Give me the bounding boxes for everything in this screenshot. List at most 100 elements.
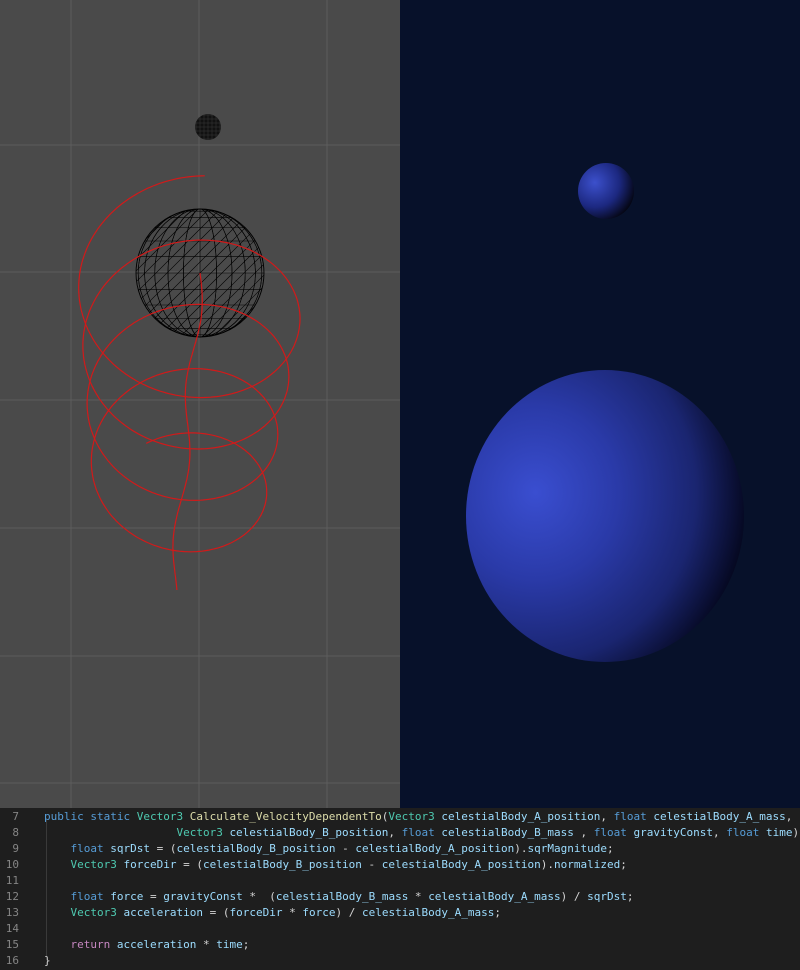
code-token: Vector3 <box>388 810 442 823</box>
code-token: * <box>196 938 217 951</box>
code-line[interactable]: 8 Vector3 celestialBody_B_position, floa… <box>0 825 800 841</box>
code-token: ; <box>242 938 250 951</box>
code-token: celestialBody_B_position <box>202 858 362 871</box>
line-number: 10 <box>5 858 19 871</box>
scene-viewport[interactable] <box>0 0 400 808</box>
code-text: Vector3 acceleration = (forceDir * force… <box>44 905 502 921</box>
line-number: 9 <box>12 842 19 855</box>
code-line[interactable]: 14 <box>0 921 800 937</box>
code-token: Calculate_VelocityDependentTo <box>189 810 382 823</box>
code-text: return acceleration * time; <box>44 937 250 953</box>
code-token: = ( <box>150 842 177 855</box>
code-token: public static <box>44 810 137 823</box>
wireframe-moon-icon[interactable] <box>195 114 221 140</box>
code-token: Vector3 <box>136 810 190 823</box>
code-token: , <box>600 810 614 823</box>
code-token: force <box>302 906 336 919</box>
code-token: ) / <box>335 906 362 919</box>
line-number: 16 <box>5 954 19 967</box>
code-token: normalized <box>554 858 621 871</box>
code-token: float <box>613 810 654 823</box>
code-token: float <box>593 826 634 839</box>
code-line[interactable]: 7 public static Vector3 Calculate_Velocit… <box>0 809 800 825</box>
code-token: float <box>401 826 442 839</box>
code-token: = <box>143 890 164 903</box>
code-token: ) / <box>560 890 588 903</box>
shaded-planet-icon[interactable] <box>466 370 744 662</box>
code-token: * ( <box>242 890 276 903</box>
code-token: = ( <box>202 906 230 919</box>
code-line[interactable]: 15 return acceleration * time; <box>0 937 800 953</box>
code-token: gravityConst <box>163 890 243 903</box>
code-text: Vector3 celestialBody_B_position, float … <box>44 825 800 841</box>
code-token: sqrMagnitude <box>527 842 608 855</box>
code-token: - <box>335 842 356 855</box>
code-token: = ( <box>176 858 203 871</box>
code-token: celestialBody_A_mass <box>653 810 786 823</box>
code-token: ) { <box>792 826 800 839</box>
code-token: * <box>282 906 303 919</box>
line-number: 11 <box>5 874 19 887</box>
code-text: public static Vector3 Calculate_Velocity… <box>44 809 792 825</box>
shaded-moon-icon[interactable] <box>578 163 634 219</box>
code-token: } <box>44 954 51 967</box>
code-token: time <box>765 826 793 839</box>
code-token: celestialBody_A_mass <box>428 890 561 903</box>
code-text: Vector3 forceDir = (celestialBody_B_posi… <box>44 857 627 873</box>
code-token: * <box>408 890 429 903</box>
code-token: ). <box>514 842 528 855</box>
code-token: float <box>70 842 111 855</box>
code-token: float <box>70 890 111 903</box>
line-number: 15 <box>5 938 19 951</box>
code-token: gravityConst <box>633 826 713 839</box>
code-token: Vector3 <box>70 858 124 871</box>
code-token: - <box>361 858 382 871</box>
code-token: sqrDst <box>110 842 150 855</box>
code-token: Vector3 <box>70 906 124 919</box>
line-number: 8 <box>12 826 19 839</box>
code-token: time <box>216 938 243 951</box>
line-number: 7 <box>12 810 19 823</box>
line-number: 13 <box>5 906 19 919</box>
code-token: , <box>785 810 793 823</box>
code-token: ; <box>620 858 627 871</box>
scene-view-panel[interactable] <box>0 0 400 808</box>
code-token: ; <box>494 906 502 919</box>
code-token: celestialBody_A_position <box>441 810 601 823</box>
code-line[interactable]: 10 Vector3 forceDir = (celestialBody_B_p… <box>0 857 800 873</box>
code-token: force <box>110 890 144 903</box>
code-token: , <box>573 826 594 839</box>
code-token: Vector3 <box>176 826 230 839</box>
code-token: celestialBody_B_position <box>229 826 389 839</box>
code-token: acceleration <box>116 938 197 951</box>
code-token: , <box>712 826 727 839</box>
code-line[interactable]: 9 float sqrDst = (celestialBody_B_positi… <box>0 841 800 857</box>
code-text: } <box>44 953 51 969</box>
code-line[interactable]: 16} <box>0 953 800 969</box>
code-line[interactable]: 12 float force = gravityConst * (celesti… <box>0 889 800 905</box>
code-token: acceleration <box>123 906 203 919</box>
code-line[interactable]: 13 Vector3 acceleration = (forceDir * fo… <box>0 905 800 921</box>
code-token: forceDir <box>123 858 177 871</box>
code-text: float sqrDst = (celestialBody_B_position… <box>44 841 614 857</box>
game-viewport <box>466 163 744 662</box>
code-line[interactable]: 11 <box>0 873 800 889</box>
code-token: , <box>388 826 402 839</box>
code-token: ). <box>540 858 554 871</box>
code-token: forceDir <box>229 906 283 919</box>
line-number: 14 <box>5 922 19 935</box>
planet-trail <box>172 272 203 591</box>
code-token: celestialBody_A_position <box>381 858 541 871</box>
code-token: celestialBody_B_mass <box>441 826 574 839</box>
code-token: celestialBody_B_position <box>176 842 336 855</box>
code-editor[interactable]: 7 public static Vector3 Calculate_Velocit… <box>0 808 800 970</box>
code-token: sqrDst <box>587 890 627 903</box>
game-view-panel[interactable] <box>400 0 800 808</box>
code-text: float force = gravityConst * ( celestialB… <box>44 889 634 905</box>
